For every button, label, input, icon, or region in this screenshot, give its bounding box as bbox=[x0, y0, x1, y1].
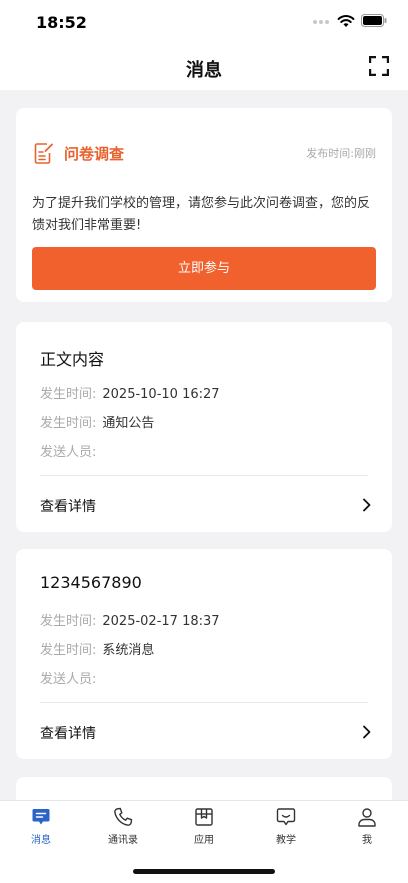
message-icon bbox=[32, 809, 50, 825]
survey-publish-time: 发布时间:刚刚 bbox=[306, 147, 376, 160]
message-sender-row: 发送人员: bbox=[40, 445, 97, 460]
battery-icon bbox=[361, 14, 387, 27]
wifi-icon bbox=[337, 15, 355, 27]
survey-card: 问卷调查 发布时间:刚刚 为了提升我们学校的管理，请您参与此次问卷调查，您的反馈… bbox=[16, 108, 392, 302]
teaching-icon bbox=[276, 808, 296, 826]
message-type-row: 发生时间: 系统消息 bbox=[40, 643, 155, 658]
message-list[interactable]: 问卷调查 发布时间:刚刚 为了提升我们学校的管理，请您参与此次问卷调查，您的反馈… bbox=[0, 90, 408, 800]
divider bbox=[40, 475, 368, 476]
message-time-row: 发生时间: 2025-02-17 18:37 bbox=[40, 614, 220, 629]
tab-messages[interactable]: 消息 bbox=[0, 801, 82, 850]
tab-label: 我 bbox=[362, 835, 372, 846]
tab-label: 通讯录 bbox=[108, 835, 138, 846]
tab-apps[interactable]: 应用 bbox=[163, 801, 245, 850]
survey-description: 为了提升我们学校的管理，请您参与此次问卷调查，您的反馈对我们非常重要! bbox=[32, 196, 371, 233]
message-type-row: 发生时间: 通知公告 bbox=[40, 416, 155, 431]
signal-dots-icon bbox=[313, 20, 329, 26]
message-card: 1234567890 发生时间: 2025-02-17 18:37 发生时间: 系统… bbox=[16, 549, 392, 759]
message-card-partial bbox=[16, 777, 392, 800]
chevron-right-icon[interactable] bbox=[362, 498, 372, 512]
survey-edit-icon bbox=[34, 143, 53, 164]
home-indicator[interactable] bbox=[133, 869, 275, 874]
person-icon bbox=[358, 808, 376, 827]
nav-bar: 消息 bbox=[0, 44, 408, 90]
page-title: 消息 bbox=[186, 60, 222, 81]
tab-teaching[interactable]: 教学 bbox=[245, 801, 327, 850]
message-title: 正文内容 bbox=[40, 350, 105, 369]
message-card: 正文内容 发生时间: 2025-10-10 16:27 发生时间: 通知公告 发送人… bbox=[16, 322, 392, 532]
message-sender-row: 发送人员: bbox=[40, 672, 97, 687]
phone-icon bbox=[114, 807, 133, 826]
chevron-right-icon[interactable] bbox=[362, 725, 372, 739]
tab-me[interactable]: 我 bbox=[326, 801, 408, 850]
status-bar: 18:52 bbox=[0, 0, 408, 44]
scan-icon[interactable] bbox=[369, 56, 389, 76]
view-details-link[interactable]: 查看详情 bbox=[40, 496, 96, 516]
view-details-link[interactable]: 查看详情 bbox=[40, 723, 96, 743]
status-time: 18:52 bbox=[36, 13, 87, 32]
tab-label: 消息 bbox=[31, 835, 51, 846]
divider bbox=[40, 702, 368, 703]
home-indicator-area bbox=[0, 849, 408, 883]
survey-title: 问卷调查 bbox=[64, 145, 125, 163]
tab-contacts[interactable]: 通讯录 bbox=[82, 801, 164, 850]
tab-label: 应用 bbox=[194, 835, 214, 846]
tab-label: 教学 bbox=[276, 835, 296, 846]
message-time-row: 发生时间: 2025-10-10 16:27 bbox=[40, 387, 220, 402]
message-title: 1234567890 bbox=[40, 573, 142, 592]
join-survey-button[interactable]: 立即参与 bbox=[32, 247, 376, 290]
tab-bar: 消息 通讯录 应用 教学 我 bbox=[0, 800, 408, 849]
app-box-icon bbox=[195, 808, 213, 826]
